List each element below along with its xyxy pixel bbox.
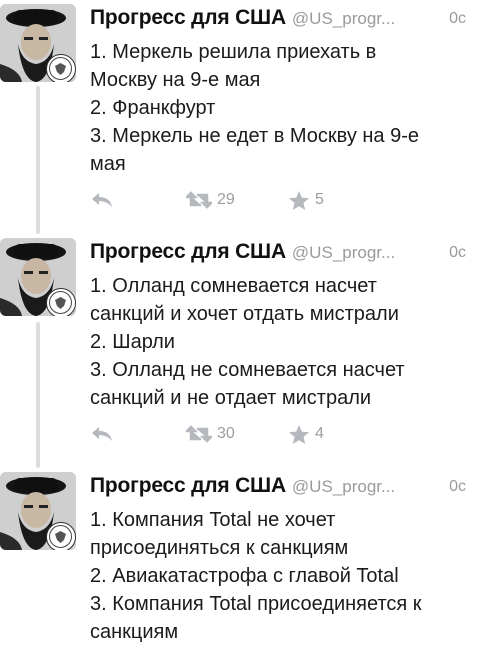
avatar[interactable] (0, 238, 76, 316)
reply-button[interactable] (90, 422, 114, 446)
timestamp: 0с (449, 478, 466, 495)
reply-button[interactable] (90, 188, 114, 212)
tweet-text: 1. Компания Total не хочет присоединятьс… (90, 506, 470, 646)
retweet-icon (186, 191, 212, 209)
tweet-line: 1. Олланд сомневается насчет (90, 275, 377, 297)
tweet[interactable]: Прогресс для США @US_progr... 0с 1. Оллан… (0, 238, 478, 464)
tweet-text: 1. Олланд сомневается насчет санкций и х… (90, 272, 470, 412)
tweet-line: санкций и хочет отдать мистрали (90, 303, 399, 325)
retweet-button[interactable]: 30 (186, 422, 235, 446)
author-name[interactable]: Прогресс для США (90, 474, 286, 497)
author-handle[interactable]: @US_progr... (292, 477, 395, 496)
favorite-count: 5 (315, 191, 324, 208)
reply-icon (92, 427, 112, 441)
retweet-button[interactable]: 29 (186, 188, 235, 212)
retweet-count: 30 (217, 425, 235, 442)
timestamp: 0с (449, 244, 466, 261)
tweet-header: Прогресс для США @US_progr... (90, 6, 468, 32)
avatar[interactable] (0, 472, 76, 550)
star-icon (289, 424, 309, 444)
retweet-icon (186, 425, 212, 443)
tweet-text: 1. Меркель решила приехать в Москву на 9… (90, 38, 470, 178)
tweet-line: присоединяться к санкциям (90, 537, 349, 559)
tweet-line: 1. Компания Total не хочет (90, 509, 336, 531)
favorite-count: 4 (315, 425, 324, 442)
tweet-line: 2. Франкфурт (90, 97, 216, 119)
reply-icon (92, 193, 112, 207)
tweet-line: 2. Авиакатастрофа с главой Total (90, 565, 399, 587)
tweet-header: Прогресс для США @US_progr... (90, 240, 468, 266)
tweet[interactable]: Прогресс для США @US_progr... 0с 1. Компа… (0, 472, 478, 656)
tweet-actions: 30 4 (90, 422, 450, 446)
seal-icon (46, 522, 76, 550)
tweet[interactable]: Прогресс для США @US_progr... 0с 1. Мерке… (0, 4, 478, 230)
tweet-header: Прогресс для США @US_progr... (90, 474, 468, 500)
tweet-actions: 29 5 (90, 188, 450, 212)
tweet-line: мая (90, 153, 126, 175)
author-handle[interactable]: @US_progr... (292, 9, 395, 28)
tweet-line: Москву на 9-е мая (90, 69, 261, 91)
tweet-line: 3. Меркель не едет в Москву на 9-е (90, 125, 420, 147)
seal-icon (46, 54, 76, 82)
tweet-line: 3. Компания Total присоединяется к (90, 593, 422, 615)
author-name[interactable]: Прогресс для США (90, 6, 286, 29)
tweet-line: 1. Меркель решила приехать в (90, 41, 377, 63)
star-icon (289, 190, 309, 210)
seal-icon (46, 288, 76, 316)
tweet-line: 3. Олланд не сомневается насчет (90, 359, 405, 381)
favorite-button[interactable]: 4 (288, 422, 324, 446)
timestamp: 0с (449, 10, 466, 27)
tweet-line: 2. Шарли (90, 331, 175, 353)
author-handle[interactable]: @US_progr... (292, 243, 395, 262)
favorite-button[interactable]: 5 (288, 188, 324, 212)
tweet-line: санкций и не отдает мистрали (90, 387, 372, 409)
retweet-count: 29 (217, 191, 235, 208)
tweet-line: санкциям (90, 621, 179, 643)
avatar[interactable] (0, 4, 76, 82)
author-name[interactable]: Прогресс для США (90, 240, 286, 263)
